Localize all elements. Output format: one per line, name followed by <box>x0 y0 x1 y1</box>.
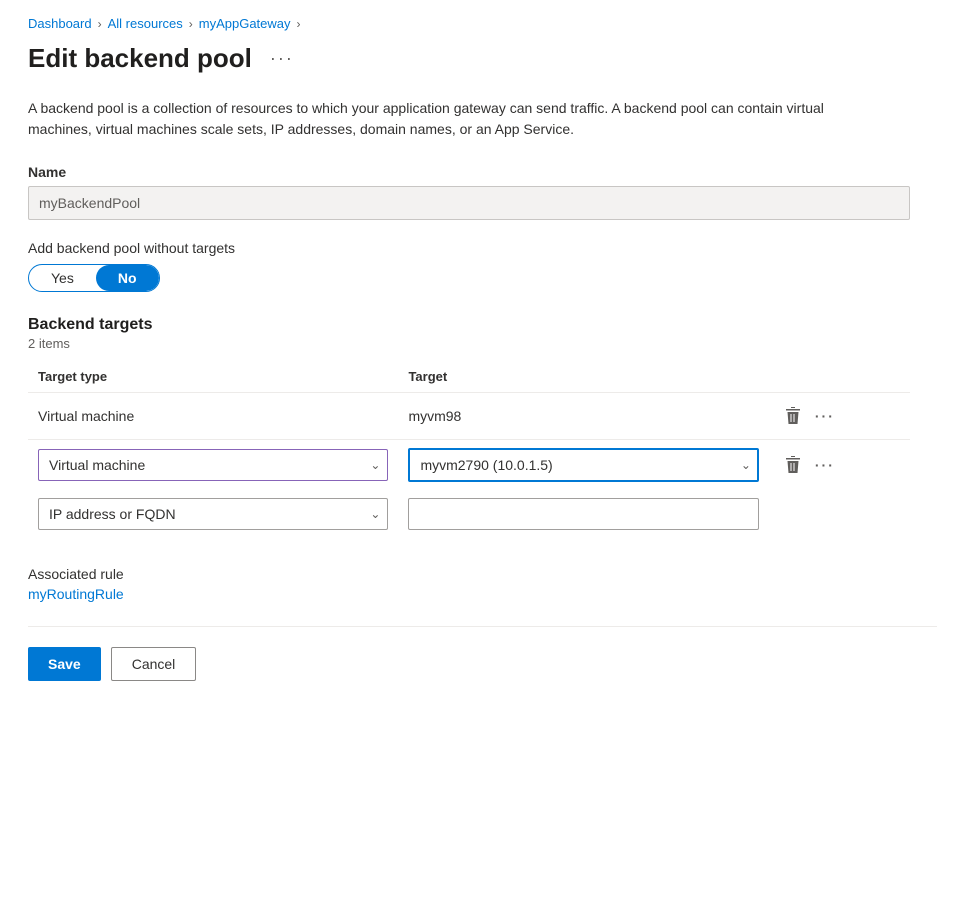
associated-rule-link[interactable]: myRoutingRule <box>28 586 124 602</box>
delete-row-1-button[interactable] <box>779 403 807 429</box>
breadcrumb-sep-2: › <box>189 17 193 31</box>
toggle-group: Yes No <box>28 264 160 292</box>
editable-type-cell-2: Virtual machine IP address or FQDN App S… <box>28 490 398 538</box>
cancel-button[interactable]: Cancel <box>111 647 197 681</box>
editable-target-cell-2 <box>398 490 768 538</box>
target-select-1[interactable]: myvm2790 (10.0.1.5) myvm98 <box>408 448 758 482</box>
breadcrumb-all-resources[interactable]: All resources <box>108 16 183 31</box>
save-button[interactable]: Save <box>28 647 101 681</box>
col-actions <box>769 361 910 393</box>
static-target-type: Virtual machine <box>28 393 398 440</box>
breadcrumb-sep-3: › <box>297 17 301 31</box>
associated-rule-label: Associated rule <box>28 566 937 582</box>
page-header: Edit backend pool ··· <box>28 43 937 74</box>
table-row: Virtual machine IP address or FQDN App S… <box>28 440 910 491</box>
toggle-yes[interactable]: Yes <box>29 265 96 291</box>
target-select-wrapper-1: myvm2790 (10.0.1.5) myvm98 ⌄ <box>408 448 758 482</box>
footer-divider <box>28 626 937 627</box>
backend-targets-section: Backend targets 2 items Target type Targ… <box>28 316 937 538</box>
footer-actions: Save Cancel <box>28 647 937 681</box>
trash-icon <box>785 456 801 474</box>
target-type-select-1[interactable]: Virtual machine IP address or FQDN App S… <box>38 449 388 481</box>
more-options-button[interactable]: ··· <box>264 44 300 73</box>
table-header-row: Target type Target <box>28 361 910 393</box>
target-type-select-2[interactable]: Virtual machine IP address or FQDN App S… <box>38 498 388 530</box>
target-type-select-wrapper-1: Virtual machine IP address or FQDN App S… <box>38 449 388 481</box>
table-row: Virtual machine myvm98 ··· <box>28 393 910 440</box>
table-row: Virtual machine IP address or FQDN App S… <box>28 490 910 538</box>
delete-row-2-button[interactable] <box>779 452 807 478</box>
more-row-2-button[interactable]: ··· <box>813 453 837 477</box>
more-row-1-button[interactable]: ··· <box>813 404 837 428</box>
name-label: Name <box>28 164 937 180</box>
editable-target-cell-1: myvm2790 (10.0.1.5) myvm98 ⌄ <box>398 440 768 491</box>
page-description: A backend pool is a collection of resour… <box>28 98 848 140</box>
col-target: Target <box>398 361 768 393</box>
static-target: myvm98 <box>398 393 768 440</box>
editable-type-cell-1: Virtual machine IP address or FQDN App S… <box>28 440 398 491</box>
target-type-select-wrapper-2: Virtual machine IP address or FQDN App S… <box>38 498 388 530</box>
page-title: Edit backend pool <box>28 43 252 74</box>
toggle-label: Add backend pool without targets <box>28 240 937 256</box>
editable-row-1-actions: ··· <box>779 452 900 478</box>
target-text-input-2[interactable] <box>408 498 758 530</box>
static-row-actions: ··· <box>779 403 900 429</box>
toggle-section: Add backend pool without targets Yes No <box>28 240 937 292</box>
name-field-section: Name <box>28 164 937 220</box>
breadcrumb-dashboard[interactable]: Dashboard <box>28 16 92 31</box>
breadcrumb: Dashboard › All resources › myAppGateway… <box>28 16 937 31</box>
associated-rule-section: Associated rule myRoutingRule <box>28 566 937 602</box>
trash-icon <box>785 407 801 425</box>
name-input[interactable] <box>28 186 910 220</box>
backend-targets-title: Backend targets <box>28 316 937 334</box>
breadcrumb-app-gateway[interactable]: myAppGateway <box>199 16 291 31</box>
breadcrumb-sep-1: › <box>98 17 102 31</box>
items-count: 2 items <box>28 336 937 351</box>
targets-table: Target type Target Virtual machine myvm9… <box>28 361 910 538</box>
toggle-no[interactable]: No <box>96 265 159 291</box>
col-target-type: Target type <box>28 361 398 393</box>
